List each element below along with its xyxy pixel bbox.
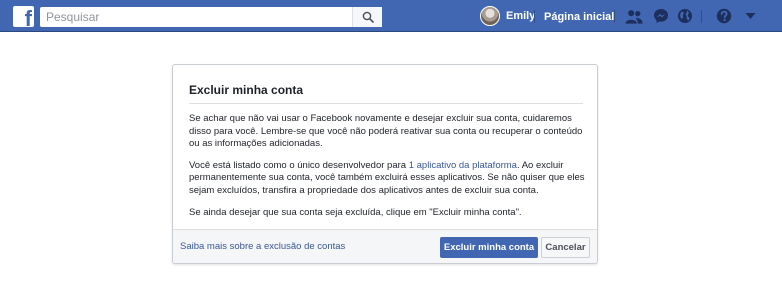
profile-name: Emily bbox=[506, 10, 536, 22]
search-icon bbox=[362, 11, 374, 23]
divider bbox=[614, 10, 615, 23]
search-box bbox=[40, 7, 382, 27]
profile-link[interactable]: Emily bbox=[480, 6, 535, 26]
divider bbox=[701, 10, 702, 23]
search-input[interactable] bbox=[40, 7, 346, 27]
dialog-body: Se achar que não vai usar o Facebook nov… bbox=[189, 113, 585, 228]
title-divider bbox=[189, 103, 583, 104]
friend-requests-icon[interactable] bbox=[625, 8, 643, 24]
paragraph-warning: Se achar que não vai usar o Facebook nov… bbox=[189, 113, 583, 150]
chevron-down-icon[interactable] bbox=[741, 8, 759, 24]
delete-account-button[interactable]: Excluir minha conta bbox=[440, 237, 538, 258]
platform-app-link[interactable]: 1 aplicativo da plataforma bbox=[409, 160, 517, 171]
facebook-logo-icon[interactable]: f bbox=[13, 6, 34, 27]
search-button[interactable] bbox=[352, 7, 382, 27]
help-icon[interactable] bbox=[715, 8, 733, 24]
divider bbox=[534, 10, 535, 23]
cancel-button[interactable]: Cancelar bbox=[541, 237, 590, 258]
paragraph-developer-text: Você está listado como o único desenvolv… bbox=[189, 159, 409, 171]
dialog-title: Excluir minha conta bbox=[189, 83, 304, 97]
avatar bbox=[480, 6, 500, 26]
facebook-logo-letter: f bbox=[24, 6, 32, 28]
dialog-footer: Saiba mais sobre a exclusão de contas Ex… bbox=[173, 229, 597, 263]
paragraph-confirm: Se ainda desejar que sua conta seja excl… bbox=[189, 206, 522, 218]
home-link[interactable]: Página inicial bbox=[544, 11, 614, 23]
notifications-globe-icon[interactable] bbox=[676, 8, 694, 24]
delete-account-dialog: Excluir minha conta Se achar que não vai… bbox=[172, 64, 598, 264]
top-navigation-bar: f Emily Página inicial bbox=[0, 0, 782, 32]
paragraph-developer: Você está listado como o único desenvolv… bbox=[189, 160, 585, 198]
learn-more-link[interactable]: Saiba mais sobre a exclusão de contas bbox=[180, 241, 345, 252]
messenger-icon[interactable] bbox=[652, 8, 670, 24]
